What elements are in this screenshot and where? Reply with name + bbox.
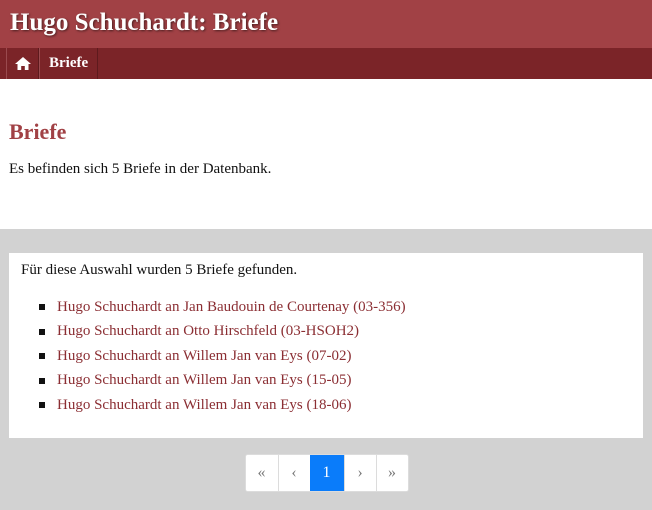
pagination: « ‹ 1 › » xyxy=(244,454,409,492)
list-item: Hugo Schuchardt an Otto Hirschfeld (03-H… xyxy=(39,320,631,345)
letter-link[interactable]: Hugo Schuchardt an Willem Jan van Eys (1… xyxy=(57,372,351,389)
letter-link[interactable]: Hugo Schuchardt an Jan Baudouin de Court… xyxy=(57,299,406,316)
bullet-icon xyxy=(39,328,45,335)
results-area: Für diese Auswahl wurden 5 Briefe gefund… xyxy=(0,229,652,510)
results-box: Für diese Auswahl wurden 5 Briefe gefund… xyxy=(9,253,643,438)
letter-link[interactable]: Hugo Schuchardt an Willem Jan van Eys (1… xyxy=(57,397,351,414)
main-navbar: Briefe xyxy=(0,48,652,79)
site-header: Hugo Schuchardt: Briefe xyxy=(0,0,652,48)
current-page-button[interactable]: 1 xyxy=(309,455,344,491)
first-page-button[interactable]: « xyxy=(245,455,278,491)
letter-count-info: Es befinden sich 5 Briefe in der Datenba… xyxy=(9,161,272,177)
bullet-icon xyxy=(39,353,45,360)
nav-item-briefe[interactable]: Briefe xyxy=(39,48,99,79)
nav-home-button[interactable] xyxy=(6,48,39,79)
pagination-wrapper: « ‹ 1 › » xyxy=(9,454,643,492)
letter-link[interactable]: Hugo Schuchardt an Otto Hirschfeld (03-H… xyxy=(57,323,359,340)
letter-list: Hugo Schuchardt an Jan Baudouin de Court… xyxy=(21,295,631,418)
letter-link[interactable]: Hugo Schuchardt an Willem Jan van Eys (0… xyxy=(57,348,351,365)
last-page-button[interactable]: » xyxy=(375,455,408,491)
list-item: Hugo Schuchardt an Willem Jan van Eys (1… xyxy=(39,393,631,418)
next-page-button[interactable]: › xyxy=(343,455,376,491)
list-item: Hugo Schuchardt an Willem Jan van Eys (1… xyxy=(39,369,631,394)
list-item: Hugo Schuchardt an Jan Baudouin de Court… xyxy=(39,295,631,320)
bullet-icon xyxy=(39,402,45,409)
list-item: Hugo Schuchardt an Willem Jan van Eys (0… xyxy=(39,344,631,369)
page-title: Briefe xyxy=(9,119,67,144)
home-icon xyxy=(14,57,31,70)
result-count-text: Für diese Auswahl wurden 5 Briefe gefund… xyxy=(21,262,298,278)
bullet-icon xyxy=(39,377,45,384)
bullet-icon xyxy=(39,304,45,311)
previous-page-button[interactable]: ‹ xyxy=(277,455,310,491)
content-intro: Briefe Es befinden sich 5 Briefe in der … xyxy=(0,79,652,229)
site-title: Hugo Schuchardt: Briefe xyxy=(10,8,279,36)
